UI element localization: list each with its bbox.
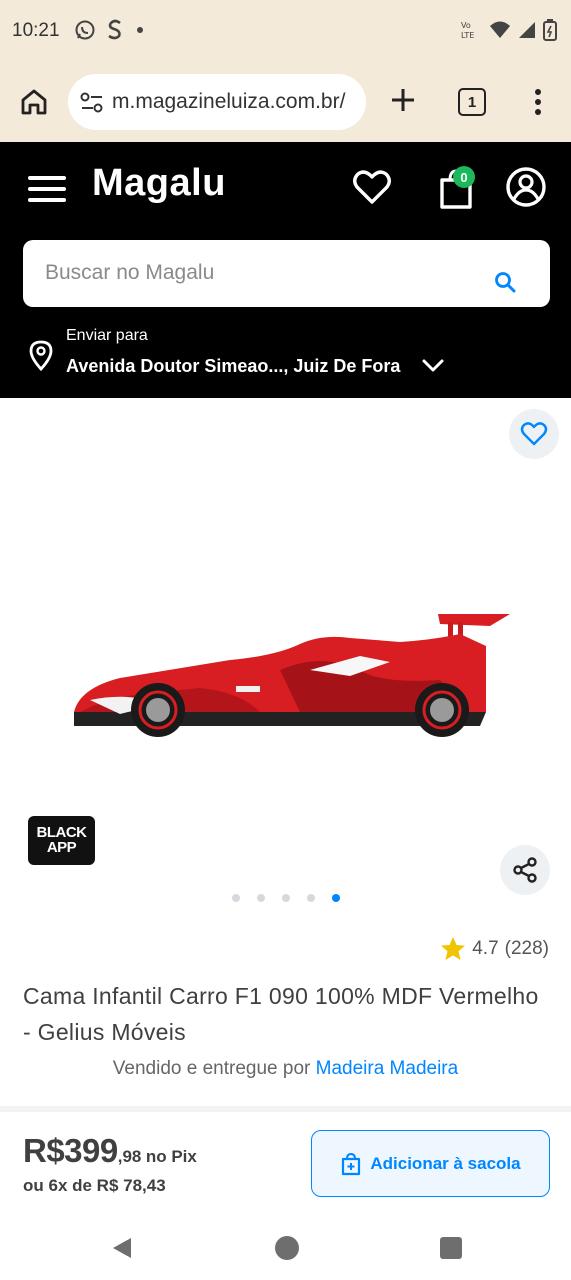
more-options-icon[interactable] — [528, 86, 548, 118]
url-text: m.magazineluiza.com.br/ — [112, 90, 346, 113]
review-count: (228) — [504, 937, 549, 959]
product-title: Cama Infantil Carro F1 090 100% MDF Verm… — [23, 983, 539, 1045]
url-bar[interactable]: m.magazineluiza.com.br/ — [68, 74, 366, 130]
price: R$399,98 no Pix — [23, 1132, 197, 1170]
divider — [0, 1106, 571, 1112]
battery-icon — [543, 19, 557, 41]
rating-value: 4.7 — [472, 937, 499, 959]
price-integer: R$399 — [23, 1132, 118, 1169]
bag-plus-icon — [342, 1152, 361, 1175]
back-icon[interactable] — [110, 1236, 134, 1260]
add-to-bag-label: Adicionar à sacola — [370, 1153, 521, 1173]
favorites-icon[interactable] — [351, 166, 393, 208]
sold-by-label: Vendido e entregue por — [112, 1058, 311, 1079]
status-left-icons — [74, 18, 146, 42]
seller-link[interactable]: Madeira Madeira — [316, 1058, 459, 1079]
location-pin-icon — [29, 340, 53, 371]
account-icon[interactable] — [505, 166, 547, 208]
search-input[interactable] — [45, 258, 475, 288]
volte-icon: Vo LTE — [461, 21, 474, 40]
heart-icon — [520, 422, 548, 446]
site-header: Magalu 0 Enviar para Avenida Doutor Sime… — [0, 142, 571, 398]
svg-text:LTE: LTE — [461, 31, 474, 40]
dot-icon — [137, 27, 143, 33]
search-icon[interactable] — [493, 270, 517, 294]
home-nav-icon[interactable] — [275, 1236, 299, 1260]
installments: ou 6x de R$ 78,43 — [23, 1176, 166, 1195]
svg-text:Vo: Vo — [461, 21, 471, 30]
image-carousel-dots — [232, 894, 340, 902]
whatsapp-icon — [75, 20, 95, 40]
share-button[interactable] — [500, 845, 550, 895]
signal-icon — [519, 22, 535, 38]
ship-address[interactable]: Avenida Doutor Simeao..., Juiz De Fora — [66, 356, 400, 377]
price-cents: ,98 — [117, 1147, 142, 1166]
carousel-dot[interactable] — [232, 894, 240, 902]
wifi-icon — [490, 21, 510, 38]
black-app-badge: BLACK APP — [28, 816, 95, 865]
magalu-logo[interactable]: Magalu — [92, 162, 226, 205]
price-pix-label: no Pix — [145, 1147, 197, 1166]
status-bar: 10:21 Vo LTE — [0, 0, 571, 62]
menu-icon[interactable] — [28, 174, 66, 204]
favorite-button[interactable] — [509, 409, 559, 459]
chevron-down-icon[interactable] — [422, 358, 444, 374]
star-icon — [441, 937, 466, 960]
carousel-dot[interactable] — [282, 894, 290, 902]
ship-to-label: Enviar para — [66, 327, 148, 344]
carousel-dot-active[interactable] — [332, 894, 340, 902]
product-image[interactable] — [60, 600, 520, 750]
skype-icon — [108, 19, 121, 40]
rating[interactable]: 4.7 (228) — [440, 936, 549, 961]
system-nav-bar — [0, 1216, 571, 1280]
search-box — [23, 240, 550, 307]
site-settings-icon[interactable] — [80, 92, 104, 114]
share-icon — [513, 857, 537, 883]
badge-line-1: BLACK — [36, 824, 88, 841]
carousel-dot[interactable] — [257, 894, 265, 902]
tab-switcher-button[interactable]: 1 — [458, 88, 486, 116]
home-icon[interactable] — [18, 86, 50, 118]
sold-by: Vendido e entregue por Madeira Madeira — [0, 1058, 571, 1080]
carousel-dot[interactable] — [307, 894, 315, 902]
new-tab-icon[interactable] — [389, 84, 417, 116]
status-right-icons: Vo LTE — [459, 18, 557, 42]
browser-toolbar: m.magazineluiza.com.br/ 1 — [0, 62, 571, 142]
recents-icon[interactable] — [440, 1237, 462, 1259]
status-time: 10:21 — [12, 20, 60, 41]
badge-line-2: APP — [46, 839, 77, 856]
add-to-bag-button[interactable]: Adicionar à sacola — [311, 1130, 550, 1197]
cart-count-badge: 0 — [453, 166, 475, 188]
